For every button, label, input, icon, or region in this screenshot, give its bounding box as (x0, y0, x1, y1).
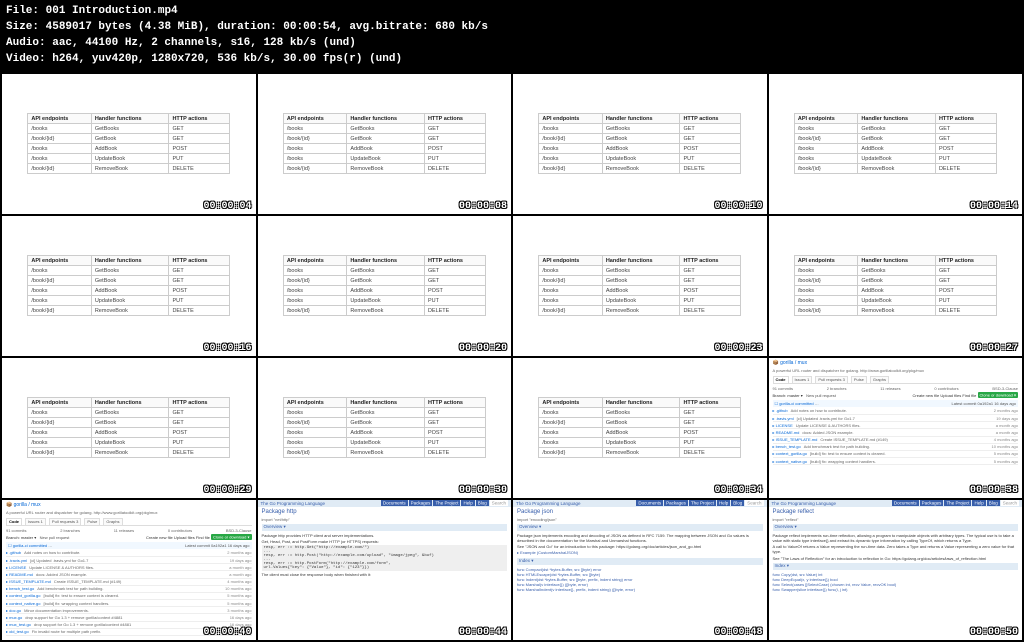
timestamp: 00:00:34 (714, 485, 762, 496)
timestamp: 00:00:08 (459, 201, 507, 212)
timestamp: 00:00:30 (459, 485, 507, 496)
thumb-04: API endpointsHandler functionsHTTP actio… (769, 74, 1023, 214)
metadata-header: File: 001 Introduction.mp4 Size: 4589017… (0, 0, 1024, 72)
thumb-02: API endpointsHandler functionsHTTP actio… (258, 74, 512, 214)
thumb-13-github: 📦 gorilla / mux A powerful URL router an… (2, 500, 256, 640)
thumb-07: API endpointsHandler functionsHTTP actio… (513, 216, 767, 356)
thumbnail-grid: API endpointsHandler functionsHTTP actio… (0, 72, 1024, 642)
timestamp: 00:00:50 (970, 627, 1018, 638)
timestamp: 00:00:20 (459, 343, 507, 354)
timestamp: 00:00:04 (203, 201, 251, 212)
timestamp: 00:00:38 (970, 485, 1018, 496)
thumb-14-godoc-http: The Go Programming LanguageDocumentsPack… (258, 500, 512, 640)
thumb-06: API endpointsHandler functionsHTTP actio… (258, 216, 512, 356)
timestamp: 00:00:44 (459, 627, 507, 638)
timestamp: 00:00:48 (714, 627, 762, 638)
thumb-03: API endpointsHandler functionsHTTP actio… (513, 74, 767, 214)
thumb-09: API endpointsHandler functionsHTTP actio… (2, 358, 256, 498)
timestamp: 00:00:23 (714, 343, 762, 354)
thumb-10: API endpointsHandler functionsHTTP actio… (258, 358, 512, 498)
thumb-08: API endpointsHandler functionsHTTP actio… (769, 216, 1023, 356)
timestamp: 00:00:10 (714, 201, 762, 212)
timestamp: 00:00:16 (203, 343, 251, 354)
thumb-01: API endpointsHandler functionsHTTP actio… (2, 74, 256, 214)
timestamp: 00:00:14 (970, 201, 1018, 212)
timestamp: 00:00:29 (203, 485, 251, 496)
timestamp: 00:00:27 (970, 343, 1018, 354)
thumb-11: API endpointsHandler functionsHTTP actio… (513, 358, 767, 498)
thumb-15-godoc-json: The Go Programming LanguageDocumentsPack… (513, 500, 767, 640)
timestamp: 00:00:40 (203, 627, 251, 638)
thumb-16-godoc-reflect: The Go Programming LanguageDocumentsPack… (769, 500, 1023, 640)
thumb-05: API endpointsHandler functionsHTTP actio… (2, 216, 256, 356)
thumb-12-github: 📦 gorilla / mux A powerful URL router an… (769, 358, 1023, 498)
